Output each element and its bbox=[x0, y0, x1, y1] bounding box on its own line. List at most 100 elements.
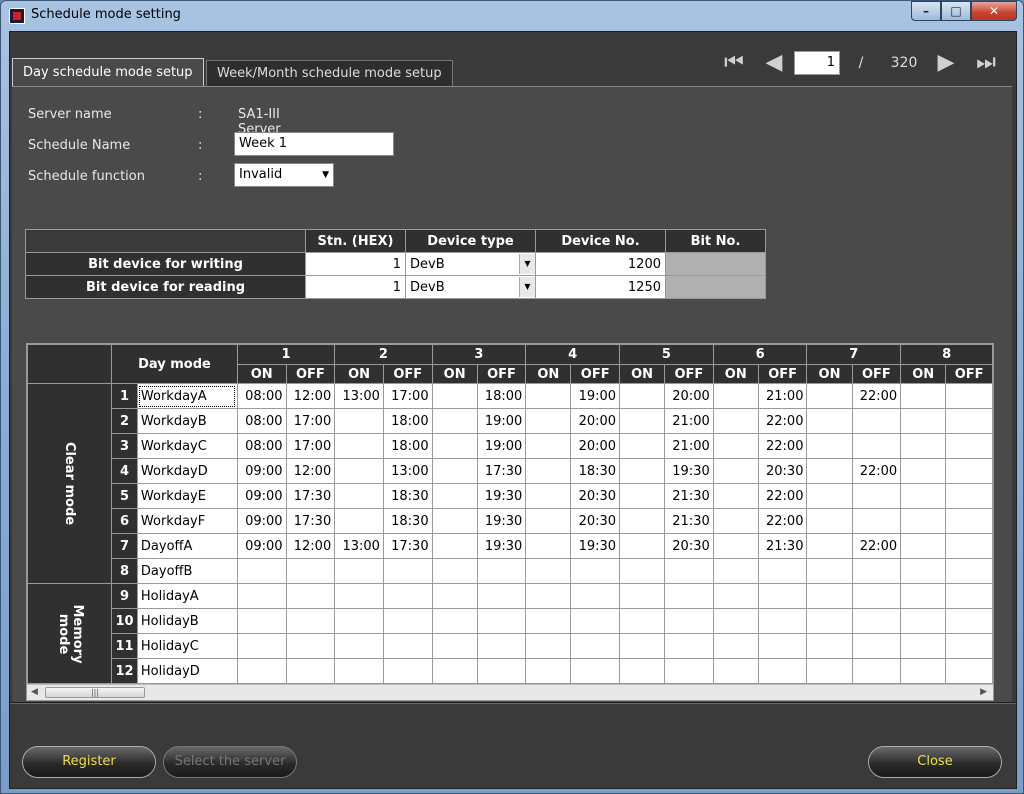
off-time-cell[interactable] bbox=[945, 408, 993, 434]
off-time-cell[interactable]: 17:00 bbox=[285, 433, 336, 459]
off-time-cell[interactable] bbox=[285, 633, 336, 659]
off-time-cell[interactable]: 21:30 bbox=[664, 508, 714, 534]
off-time-cell[interactable] bbox=[570, 558, 621, 584]
day-mode-name-cell[interactable]: HolidayA bbox=[136, 583, 238, 609]
on-time-cell[interactable] bbox=[806, 483, 853, 509]
on-time-cell[interactable] bbox=[900, 508, 947, 534]
scrollbar-thumb[interactable]: ||| bbox=[45, 687, 145, 698]
on-time-cell[interactable] bbox=[619, 608, 666, 634]
off-time-cell[interactable]: 22:00 bbox=[851, 458, 902, 484]
off-time-cell[interactable]: 17:30 bbox=[285, 508, 336, 534]
day-mode-name-cell[interactable]: DayoffB bbox=[136, 558, 238, 584]
off-time-cell[interactable]: 12:00 bbox=[285, 533, 336, 559]
off-time-cell[interactable] bbox=[945, 483, 993, 509]
off-time-cell[interactable] bbox=[851, 633, 902, 659]
off-time-cell[interactable] bbox=[851, 583, 902, 609]
on-time-cell[interactable] bbox=[619, 558, 666, 584]
off-time-cell[interactable] bbox=[945, 433, 993, 459]
off-time-cell[interactable] bbox=[851, 508, 902, 534]
off-time-cell[interactable]: 21:30 bbox=[664, 483, 714, 509]
off-time-cell[interactable]: 19:00 bbox=[476, 433, 527, 459]
on-time-cell[interactable] bbox=[619, 383, 666, 409]
off-time-cell[interactable]: 20:30 bbox=[664, 533, 714, 559]
on-time-cell[interactable] bbox=[712, 658, 759, 684]
off-time-cell[interactable]: 20:30 bbox=[757, 458, 808, 484]
off-time-cell[interactable] bbox=[757, 558, 808, 584]
day-mode-name-cell[interactable]: HolidayD bbox=[136, 658, 238, 684]
off-time-cell[interactable] bbox=[570, 583, 621, 609]
on-time-cell[interactable] bbox=[334, 658, 384, 684]
on-time-cell[interactable] bbox=[431, 458, 478, 484]
on-time-cell[interactable] bbox=[236, 658, 287, 684]
off-time-cell[interactable] bbox=[851, 483, 902, 509]
on-time-cell[interactable] bbox=[525, 608, 572, 634]
off-time-cell[interactable] bbox=[945, 458, 993, 484]
on-time-cell[interactable] bbox=[334, 408, 384, 434]
day-mode-name-cell[interactable]: WorkdayE bbox=[136, 483, 238, 509]
on-time-cell[interactable] bbox=[431, 583, 478, 609]
off-time-cell[interactable] bbox=[851, 433, 902, 459]
maximize-button[interactable]: □ bbox=[941, 1, 971, 21]
on-time-cell[interactable] bbox=[334, 558, 384, 584]
off-time-cell[interactable]: 12:00 bbox=[285, 383, 336, 409]
on-time-cell[interactable] bbox=[525, 658, 572, 684]
on-time-cell[interactable] bbox=[236, 558, 287, 584]
off-time-cell[interactable]: 20:00 bbox=[664, 383, 714, 409]
off-time-cell[interactable]: 17:00 bbox=[285, 408, 336, 434]
off-time-cell[interactable] bbox=[476, 608, 527, 634]
off-time-cell[interactable] bbox=[664, 608, 714, 634]
on-time-cell[interactable] bbox=[431, 508, 478, 534]
off-time-cell[interactable] bbox=[476, 633, 527, 659]
horizontal-scrollbar[interactable]: ◀ ||| ▶ bbox=[27, 684, 993, 700]
on-time-cell[interactable] bbox=[900, 408, 947, 434]
on-time-cell[interactable] bbox=[334, 508, 384, 534]
off-time-cell[interactable]: 12:00 bbox=[285, 458, 336, 484]
off-time-cell[interactable]: 17:30 bbox=[382, 533, 433, 559]
off-time-cell[interactable]: 19:30 bbox=[476, 508, 527, 534]
on-time-cell[interactable] bbox=[619, 508, 666, 534]
off-time-cell[interactable]: 18:00 bbox=[382, 433, 433, 459]
off-time-cell[interactable] bbox=[851, 558, 902, 584]
day-mode-name-cell[interactable]: WorkdayB bbox=[136, 408, 238, 434]
off-time-cell[interactable] bbox=[945, 508, 993, 534]
off-time-cell[interactable] bbox=[664, 558, 714, 584]
on-time-cell[interactable]: 08:00 bbox=[236, 383, 287, 409]
on-time-cell[interactable] bbox=[431, 558, 478, 584]
device-no-input-writing[interactable]: 1200 bbox=[535, 252, 666, 276]
off-time-cell[interactable]: 19:30 bbox=[476, 533, 527, 559]
on-time-cell[interactable] bbox=[900, 633, 947, 659]
on-time-cell[interactable] bbox=[619, 583, 666, 609]
on-time-cell[interactable] bbox=[334, 433, 384, 459]
on-time-cell[interactable]: 09:00 bbox=[236, 533, 287, 559]
off-time-cell[interactable]: 21:00 bbox=[664, 408, 714, 434]
off-time-cell[interactable] bbox=[382, 658, 433, 684]
off-time-cell[interactable] bbox=[570, 633, 621, 659]
off-time-cell[interactable] bbox=[382, 583, 433, 609]
on-time-cell[interactable] bbox=[525, 533, 572, 559]
on-time-cell[interactable]: 09:00 bbox=[236, 508, 287, 534]
close-window-button[interactable]: ✕ bbox=[971, 1, 1017, 21]
device-type-select-writing[interactable]: DevB ▼ bbox=[405, 252, 536, 276]
off-time-cell[interactable]: 20:30 bbox=[570, 508, 621, 534]
on-time-cell[interactable] bbox=[334, 608, 384, 634]
on-time-cell[interactable] bbox=[431, 658, 478, 684]
off-time-cell[interactable]: 21:00 bbox=[757, 383, 808, 409]
on-time-cell[interactable] bbox=[900, 458, 947, 484]
day-mode-name-cell[interactable]: WorkdayC bbox=[136, 433, 238, 459]
stn-input-reading[interactable]: 1 bbox=[305, 275, 406, 299]
off-time-cell[interactable] bbox=[476, 583, 527, 609]
off-time-cell[interactable] bbox=[945, 583, 993, 609]
off-time-cell[interactable]: 17:00 bbox=[382, 383, 433, 409]
off-time-cell[interactable]: 18:30 bbox=[382, 508, 433, 534]
off-time-cell[interactable]: 17:30 bbox=[476, 458, 527, 484]
on-time-cell[interactable] bbox=[712, 583, 759, 609]
on-time-cell[interactable]: 08:00 bbox=[236, 408, 287, 434]
on-time-cell[interactable] bbox=[712, 608, 759, 634]
off-time-cell[interactable] bbox=[382, 633, 433, 659]
on-time-cell[interactable] bbox=[525, 558, 572, 584]
tab-day-schedule[interactable]: Day schedule mode setup bbox=[12, 58, 204, 86]
off-time-cell[interactable] bbox=[757, 633, 808, 659]
off-time-cell[interactable]: 19:00 bbox=[570, 383, 621, 409]
on-time-cell[interactable] bbox=[236, 608, 287, 634]
off-time-cell[interactable]: 20:30 bbox=[570, 483, 621, 509]
